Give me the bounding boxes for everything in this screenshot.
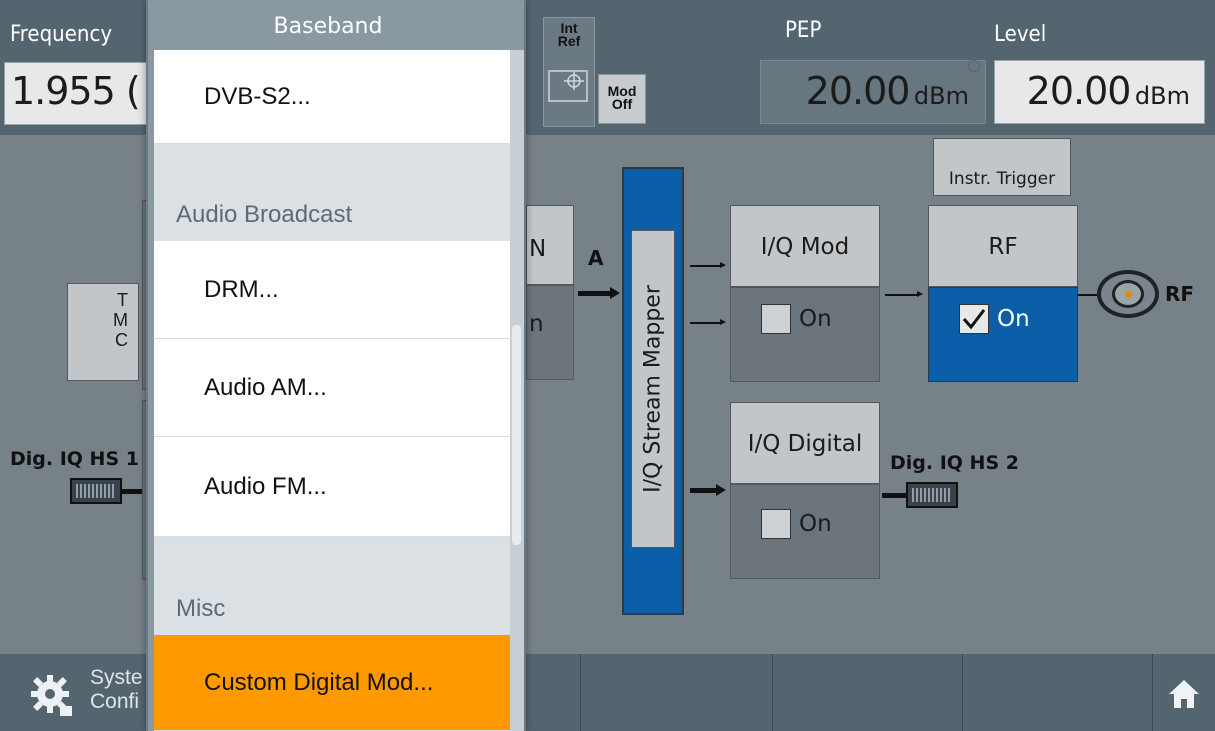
menu-item-audio-fm[interactable]: Audio FM... <box>154 437 510 537</box>
softkey-empty-1[interactable] <box>580 654 772 731</box>
tmc-letter-t: T <box>117 290 128 310</box>
checkmark-icon <box>962 309 986 330</box>
rf-connector-icon[interactable] <box>1097 270 1159 318</box>
softkey-empty-3[interactable] <box>962 654 1152 731</box>
iq-mod-block[interactable]: I/Q Mod <box>730 205 880 287</box>
iq-digital-title: I/Q Digital <box>747 431 863 457</box>
level-unit: dBm <box>1134 82 1190 110</box>
dig-iq-hs1-connector-icon[interactable] <box>70 478 122 504</box>
mapper-iq-mod-arrow-2 <box>690 322 722 324</box>
system-config-line2: Confi <box>90 690 140 713</box>
system-config-line1: Syste <box>90 666 143 689</box>
rf-out-line <box>1078 294 1098 296</box>
menu-scrollbar-thumb[interactable] <box>512 325 521 545</box>
system-config-softkey[interactable]: Syste Confi <box>0 654 148 731</box>
iq-mod-title: I/Q Mod <box>760 234 850 260</box>
tmc-letter-m: M <box>113 310 128 330</box>
reference-clock-icon <box>548 70 588 102</box>
menu-item-audio-am[interactable]: Audio AM... <box>154 339 510 437</box>
menu-item-drm[interactable]: DRM... <box>154 241 510 339</box>
frequency-label: Frequency <box>10 22 113 47</box>
mapper-iq-mod-arrow-1 <box>690 265 722 267</box>
rf-checkbox[interactable] <box>959 304 989 334</box>
baseband-a-partial-state: n <box>529 311 544 337</box>
int-ref-line2: Ref <box>557 33 581 49</box>
pep-value: 20.00 <box>805 69 911 113</box>
pep-unit: dBm <box>913 82 969 110</box>
hs2-arrow <box>882 493 906 498</box>
iq-mod-checkbox[interactable] <box>761 304 791 334</box>
mod-off-line2: Off <box>611 96 633 112</box>
tmc-letter-c: C <box>115 330 128 350</box>
level-label: Level <box>994 22 1047 47</box>
path-a-label: A <box>588 246 604 270</box>
iq-mod-state[interactable]: On <box>730 287 880 382</box>
home-button[interactable] <box>1152 654 1215 731</box>
baseband-menu-title: Baseband <box>273 14 383 39</box>
level-value: 20.00 <box>1026 69 1132 113</box>
path-a-arrow <box>578 291 612 296</box>
rf-state[interactable]: On <box>928 287 1078 382</box>
stream-mapper-label: I/Q Stream Mapper <box>640 285 666 493</box>
baseband-a-block-top[interactable]: N <box>526 205 574 285</box>
iq-mod-on-label: On <box>799 306 832 332</box>
lock-icon <box>968 60 980 72</box>
iq-digital-state[interactable]: On <box>730 484 880 579</box>
frequency-field[interactable]: 1.955 ( <box>4 62 154 125</box>
menu-item-dvb-s2[interactable]: DVB-S2... <box>154 50 510 144</box>
iq-digital-block[interactable]: I/Q Digital <box>730 402 880 484</box>
arrowhead <box>720 262 726 268</box>
iq-digital-checkbox[interactable] <box>761 509 791 539</box>
instr-trigger-label: Instr. Trigger <box>948 169 1056 189</box>
menu-item-custom-digital-mod[interactable]: Custom Digital Mod... <box>154 635 510 731</box>
iq-digital-on-label: On <box>799 511 832 537</box>
menu-section-misc: Misc <box>154 537 510 635</box>
home-icon <box>1169 680 1199 708</box>
mod-off-indicator[interactable]: Mod Off <box>598 74 646 124</box>
tmc-block[interactable]: T M C <box>67 283 139 381</box>
baseband-a-partial-label: N <box>529 236 547 262</box>
path-a-arrowhead <box>610 287 620 299</box>
system-config-label: Syste Confi <box>90 666 143 714</box>
pep-label: PEP <box>785 18 822 43</box>
hs1-arrow <box>122 489 142 494</box>
softkey-empty-2[interactable] <box>772 654 962 731</box>
mapper-iq-digital-arrow <box>690 488 718 493</box>
arrowhead <box>716 484 726 496</box>
menu-section-audio-broadcast: Audio Broadcast <box>154 144 510 241</box>
level-field[interactable]: 20.00 dBm <box>994 60 1205 124</box>
gear-icon <box>31 675 72 716</box>
stream-mapper-button[interactable]: I/Q Stream Mapper <box>631 230 675 548</box>
rf-block[interactable]: RF <box>928 205 1078 287</box>
arrowhead <box>917 291 923 297</box>
rf-title: RF <box>988 234 1018 260</box>
pep-display[interactable]: 20.00 dBm <box>760 60 986 124</box>
rf-on-label: On <box>997 306 1030 332</box>
dig-iq-hs2-connector-icon[interactable] <box>906 482 958 508</box>
instr-trigger-button[interactable]: Instr. Trigger <box>933 138 1071 196</box>
rf-output-label: RF <box>1165 282 1195 306</box>
dig-iq-hs1-label: Dig. IQ HS 1 <box>10 448 139 470</box>
arrowhead <box>720 319 726 325</box>
iq-mod-rf-arrow <box>885 294 919 296</box>
dig-iq-hs2-label: Dig. IQ HS 2 <box>890 452 1019 474</box>
baseband-a-block-bottom[interactable]: n <box>526 285 574 380</box>
